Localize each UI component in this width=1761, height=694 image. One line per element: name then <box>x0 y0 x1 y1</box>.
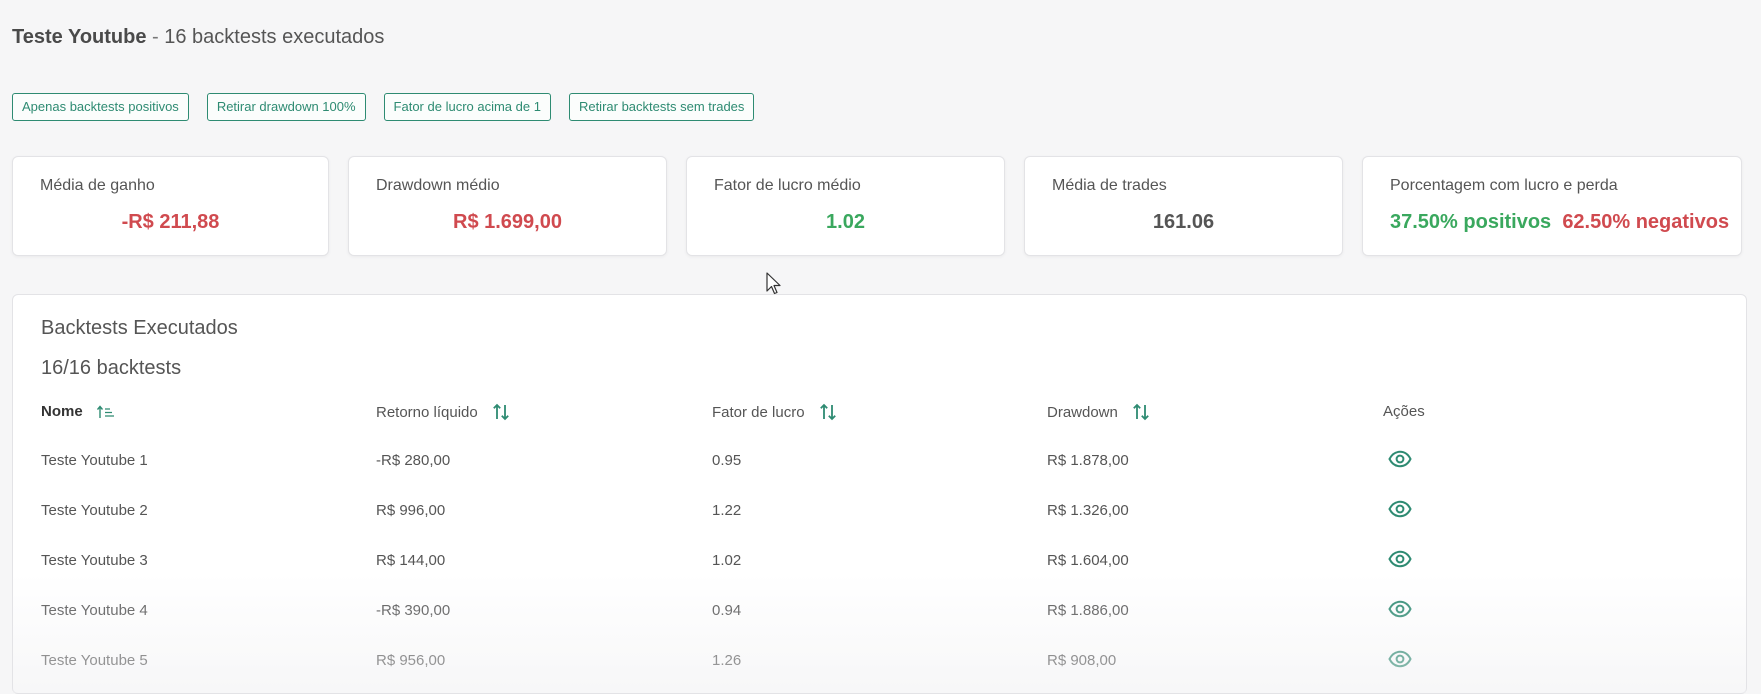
column-header-drawdown[interactable]: Drawdown <box>1047 403 1150 421</box>
stat-card-avg-profit-factor: Fator de lucro médio 1.02 <box>686 156 1005 256</box>
cell-net-return: -R$ 280,00 <box>376 452 451 469</box>
sort-arrows-icon[interactable] <box>492 403 510 421</box>
cell-name: Teste Youtube 3 <box>41 552 148 569</box>
stat-label: Drawdown médio <box>376 177 500 194</box>
mouse-pointer-icon <box>766 272 782 301</box>
sort-arrows-icon[interactable] <box>819 403 837 421</box>
stat-value: -R$ 211,88 <box>121 211 220 233</box>
stat-label: Fator de lucro médio <box>714 177 861 194</box>
stat-label: Média de ganho <box>40 177 155 194</box>
table-row: Teste Youtube 4 -R$ 390,00 0.94 R$ 1.886… <box>13 587 1746 637</box>
cell-drawdown: R$ 1.878,00 <box>1047 452 1129 469</box>
column-header-net-return[interactable]: Retorno líquido <box>376 403 510 421</box>
column-header-label: Ações <box>1383 403 1425 420</box>
cell-drawdown: R$ 1.326,00 <box>1047 502 1129 519</box>
table-row: Teste Youtube 5 R$ 956,00 1.26 R$ 908,00 <box>13 637 1746 687</box>
stat-value: 1.02 <box>826 211 865 233</box>
table-row: Teste Youtube 3 R$ 144,00 1.02 R$ 1.604,… <box>13 537 1746 587</box>
column-header-name[interactable]: Nome <box>41 403 115 420</box>
stat-card-avg-trades: Média de trades 161.06 <box>1024 156 1343 256</box>
stat-card-avg-gain: Média de ganho -R$ 211,88 <box>12 156 329 256</box>
positive-pct: 37.50% positivos <box>1390 211 1552 233</box>
cell-drawdown: R$ 1.604,00 <box>1047 552 1129 569</box>
column-header-label: Fator de lucro <box>712 403 805 421</box>
filter-positive-only[interactable]: Apenas backtests positivos <box>12 93 189 121</box>
filter-remove-drawdown-100[interactable]: Retirar drawdown 100% <box>206 93 366 121</box>
table-row: Teste Youtube 1 -R$ 280,00 0.95 R$ 1.878… <box>13 437 1746 487</box>
page-header: Teste Youtube - 16 backtests executados <box>12 26 384 49</box>
column-header-actions: Ações <box>1383 403 1425 420</box>
stat-value: R$ 1.699,00 <box>453 211 562 233</box>
panel-title: Backtests Executados <box>41 317 238 339</box>
eye-icon[interactable] <box>1388 450 1412 472</box>
column-header-label: Nome <box>41 403 83 420</box>
stat-card-avg-drawdown: Drawdown médio R$ 1.699,00 <box>348 156 667 256</box>
cell-name: Teste Youtube 4 <box>41 602 148 619</box>
filter-remove-no-trades[interactable]: Retirar backtests sem trades <box>568 93 755 121</box>
page-title: Teste Youtube <box>12 26 147 48</box>
title-separator: - <box>146 26 165 48</box>
cell-profit-factor: 0.94 <box>712 602 742 619</box>
cell-profit-factor: 1.02 <box>712 552 742 569</box>
stat-value: 37.50% positivos 62.50% negativos <box>1390 211 1729 234</box>
backtests-panel: Backtests Executados 16/16 backtests Nom… <box>12 294 1747 694</box>
cell-name: Teste Youtube 2 <box>41 502 148 519</box>
cell-profit-factor: 0.95 <box>712 452 742 469</box>
stat-value: 161.06 <box>1152 211 1215 233</box>
eye-icon[interactable] <box>1388 650 1412 672</box>
cell-drawdown: R$ 908,00 <box>1047 652 1117 669</box>
column-header-label: Retorno líquido <box>376 403 478 421</box>
cell-profit-factor: 1.26 <box>712 652 742 669</box>
stat-label: Média de trades <box>1052 177 1167 194</box>
sort-ascending-icon[interactable] <box>96 404 115 419</box>
eye-icon[interactable] <box>1388 500 1412 522</box>
cell-drawdown: R$ 1.886,00 <box>1047 602 1129 619</box>
column-header-label: Drawdown <box>1047 403 1118 421</box>
cell-net-return: -R$ 390,00 <box>376 602 451 619</box>
cell-name: Teste Youtube 1 <box>41 452 148 469</box>
column-header-profit-factor[interactable]: Fator de lucro <box>712 403 837 421</box>
filter-chips: Apenas backtests positivos Retirar drawd… <box>12 93 755 121</box>
cell-name: Teste Youtube 5 <box>41 652 148 669</box>
filter-profit-factor-above-1[interactable]: Fator de lucro acima de 1 <box>383 93 551 121</box>
cell-profit-factor: 1.22 <box>712 502 742 519</box>
negative-pct: 62.50% negativos <box>1562 211 1730 233</box>
cell-net-return: R$ 956,00 <box>376 652 446 669</box>
stats-cards: Média de ganho -R$ 211,88 Drawdown médio… <box>12 156 1742 256</box>
backtests-count: 16/16 backtests <box>41 357 182 379</box>
cell-net-return: R$ 144,00 <box>376 552 446 569</box>
page-subtitle: 16 backtests executados <box>164 26 385 48</box>
eye-icon[interactable] <box>1388 600 1412 622</box>
stat-card-profit-loss-pct: Porcentagem com lucro e perda 37.50% pos… <box>1362 156 1742 256</box>
table-row: Teste Youtube 2 R$ 996,00 1.22 R$ 1.326,… <box>13 487 1746 537</box>
sort-arrows-icon[interactable] <box>1132 403 1150 421</box>
cell-net-return: R$ 996,00 <box>376 502 446 519</box>
stat-label: Porcentagem com lucro e perda <box>1390 177 1618 194</box>
eye-icon[interactable] <box>1388 550 1412 572</box>
